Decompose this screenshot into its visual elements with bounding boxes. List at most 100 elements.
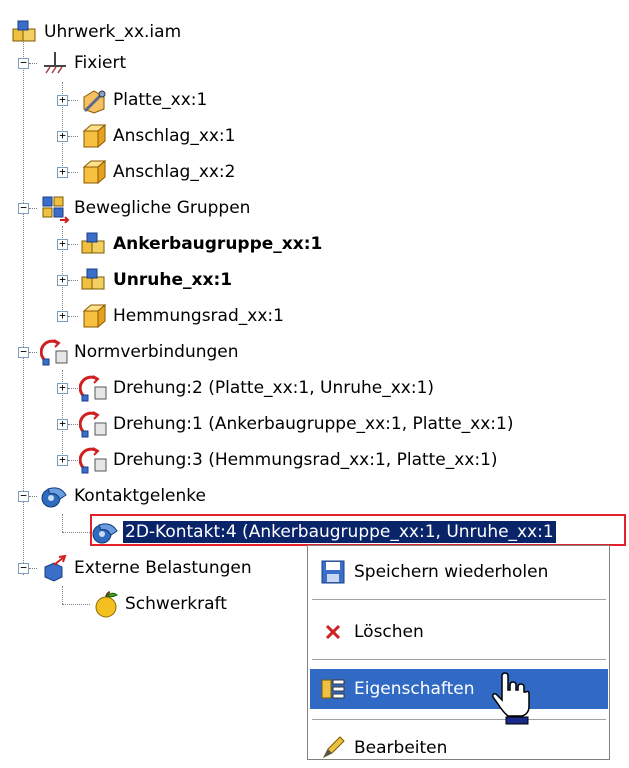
tree-item-label: Platte_xx:1 bbox=[113, 90, 208, 110]
group-belastungen[interactable]: Externe Belastungen bbox=[40, 551, 254, 585]
tree-line bbox=[68, 136, 78, 137]
tree-line bbox=[68, 460, 78, 461]
expand-toggle[interactable]: + bbox=[57, 166, 68, 178]
tree-line bbox=[62, 604, 90, 605]
menu-item-label: Bearbeiten bbox=[354, 738, 448, 758]
tree-line bbox=[62, 532, 90, 533]
expand-toggle[interactable]: + bbox=[57, 238, 68, 250]
tree-line bbox=[68, 280, 78, 281]
menu-separator bbox=[312, 599, 606, 600]
tree-item[interactable]: Drehung:1 (Ankerbaugruppe_xx:1, Platte_x… bbox=[79, 407, 515, 441]
tree-line bbox=[29, 208, 37, 209]
menu-item-loeschen[interactable]: Löschen bbox=[310, 612, 608, 652]
group-label: Kontaktgelenke bbox=[74, 486, 206, 506]
expand-toggle[interactable]: + bbox=[57, 418, 68, 430]
group-label: Fixiert bbox=[74, 53, 127, 73]
tree-line bbox=[68, 244, 78, 245]
context-menu: Speichern wiederholen Löschen Eigenschaf… bbox=[307, 545, 610, 760]
ground-icon bbox=[40, 48, 70, 78]
tree-item[interactable]: Unruhe_xx:1 bbox=[79, 263, 234, 297]
tree-line bbox=[29, 352, 37, 353]
gravity-apple-icon bbox=[91, 589, 121, 619]
part-icon bbox=[79, 301, 109, 331]
tree-item-label: Ankerbaugruppe_xx:1 bbox=[113, 234, 323, 254]
tree-line bbox=[68, 388, 78, 389]
tree-root[interactable]: Uhrwerk_xx.iam bbox=[10, 15, 183, 49]
assembly-icon bbox=[79, 265, 109, 295]
tree-item[interactable]: Schwerkraft bbox=[91, 587, 229, 621]
tree-item-selected[interactable]: 2D-Kontakt:4 (Ankerbaugruppe_xx:1, Unruh… bbox=[91, 515, 556, 549]
menu-separator bbox=[312, 659, 606, 660]
tree-item-label: Drehung:2 (Platte_xx:1, Unruhe_xx:1) bbox=[113, 378, 435, 398]
collapse-toggle[interactable]: − bbox=[18, 490, 29, 502]
tree-line bbox=[62, 586, 63, 604]
expand-toggle[interactable]: + bbox=[57, 310, 68, 322]
tree-line bbox=[29, 496, 37, 497]
tree-line bbox=[68, 424, 78, 425]
tree-line bbox=[62, 514, 63, 532]
properties-icon bbox=[320, 676, 346, 702]
rotation-joint-icon bbox=[79, 373, 109, 403]
tree-item-label: Drehung:1 (Ankerbaugruppe_xx:1, Platte_x… bbox=[113, 414, 514, 434]
tree-item-label: 2D-Kontakt:4 (Ankerbaugruppe_xx:1, Unruh… bbox=[123, 521, 556, 543]
tree-item-label: Anschlag_xx:1 bbox=[113, 126, 236, 146]
menu-separator bbox=[312, 719, 606, 720]
tree-root-label: Uhrwerk_xx.iam bbox=[44, 22, 182, 42]
save-icon bbox=[320, 559, 346, 585]
menu-item-bearbeiten[interactable]: Bearbeiten bbox=[310, 728, 608, 768]
group-normverbindungen[interactable]: Normverbindungen bbox=[40, 335, 241, 369]
assembly-icon bbox=[10, 17, 40, 47]
group-kontakt[interactable]: Kontaktgelenke bbox=[40, 479, 208, 513]
assembly-icon bbox=[79, 229, 109, 259]
tree-line bbox=[29, 568, 37, 569]
group-label: Bewegliche Gruppen bbox=[74, 198, 251, 218]
menu-item-label: Löschen bbox=[354, 622, 424, 642]
tree-item-label: Anschlag_xx:2 bbox=[113, 162, 236, 182]
collapse-toggle[interactable]: − bbox=[18, 346, 29, 358]
tree-line bbox=[29, 63, 37, 64]
tree-item-label: Unruhe_xx:1 bbox=[113, 270, 233, 290]
tree-line bbox=[68, 316, 78, 317]
group-fixiert[interactable]: Fixiert bbox=[40, 46, 128, 80]
tree-line bbox=[68, 172, 78, 173]
part-icon bbox=[79, 121, 109, 151]
pencil-icon bbox=[320, 735, 346, 761]
joint-icon bbox=[40, 337, 70, 367]
tree-item-label: Drehung:3 (Hemmungsrad_xx:1, Platte_xx:1… bbox=[113, 450, 498, 470]
expand-toggle[interactable]: + bbox=[57, 454, 68, 466]
menu-item-speichern[interactable]: Speichern wiederholen bbox=[310, 552, 608, 592]
tree-item[interactable]: Ankerbaugruppe_xx:1 bbox=[79, 227, 324, 261]
expand-toggle[interactable]: + bbox=[57, 382, 68, 394]
menu-item-eigenschaften[interactable]: Eigenschaften bbox=[310, 669, 608, 709]
tree-item[interactable]: Anschlag_xx:2 bbox=[79, 155, 237, 189]
mobile-groups-icon bbox=[40, 193, 70, 223]
contact-joint-icon bbox=[40, 481, 70, 511]
external-load-icon bbox=[40, 553, 70, 583]
tree-item[interactable]: Drehung:3 (Hemmungsrad_xx:1, Platte_xx:1… bbox=[79, 443, 500, 477]
contact-joint-icon bbox=[91, 517, 121, 547]
menu-item-label: Eigenschaften bbox=[354, 679, 475, 699]
group-bewegliche[interactable]: Bewegliche Gruppen bbox=[40, 191, 252, 225]
pinned-part-icon bbox=[79, 85, 109, 115]
tree-item[interactable]: Platte_xx:1 bbox=[79, 83, 209, 117]
rotation-joint-icon bbox=[79, 445, 109, 475]
expand-toggle[interactable]: + bbox=[57, 130, 68, 142]
tree-item-label: Schwerkraft bbox=[125, 594, 227, 614]
rotation-joint-icon bbox=[79, 409, 109, 439]
collapse-toggle[interactable]: − bbox=[18, 57, 29, 69]
hand-cursor-icon bbox=[488, 672, 538, 726]
group-label: Normverbindungen bbox=[74, 342, 239, 362]
group-label: Externe Belastungen bbox=[74, 558, 252, 578]
tree-item[interactable]: Anschlag_xx:1 bbox=[79, 119, 237, 153]
delete-x-icon bbox=[320, 619, 346, 645]
menu-item-label: Speichern wiederholen bbox=[354, 562, 549, 582]
tree-item[interactable]: Hemmungsrad_xx:1 bbox=[79, 299, 286, 333]
part-icon bbox=[79, 157, 109, 187]
expand-toggle[interactable]: + bbox=[57, 94, 68, 106]
tree-item[interactable]: Drehung:2 (Platte_xx:1, Unruhe_xx:1) bbox=[79, 371, 436, 405]
tree-line bbox=[68, 100, 78, 101]
collapse-toggle[interactable]: − bbox=[18, 202, 29, 214]
expand-toggle[interactable]: + bbox=[57, 274, 68, 286]
collapse-toggle[interactable]: − bbox=[18, 562, 29, 574]
tree-item-label: Hemmungsrad_xx:1 bbox=[113, 306, 284, 326]
